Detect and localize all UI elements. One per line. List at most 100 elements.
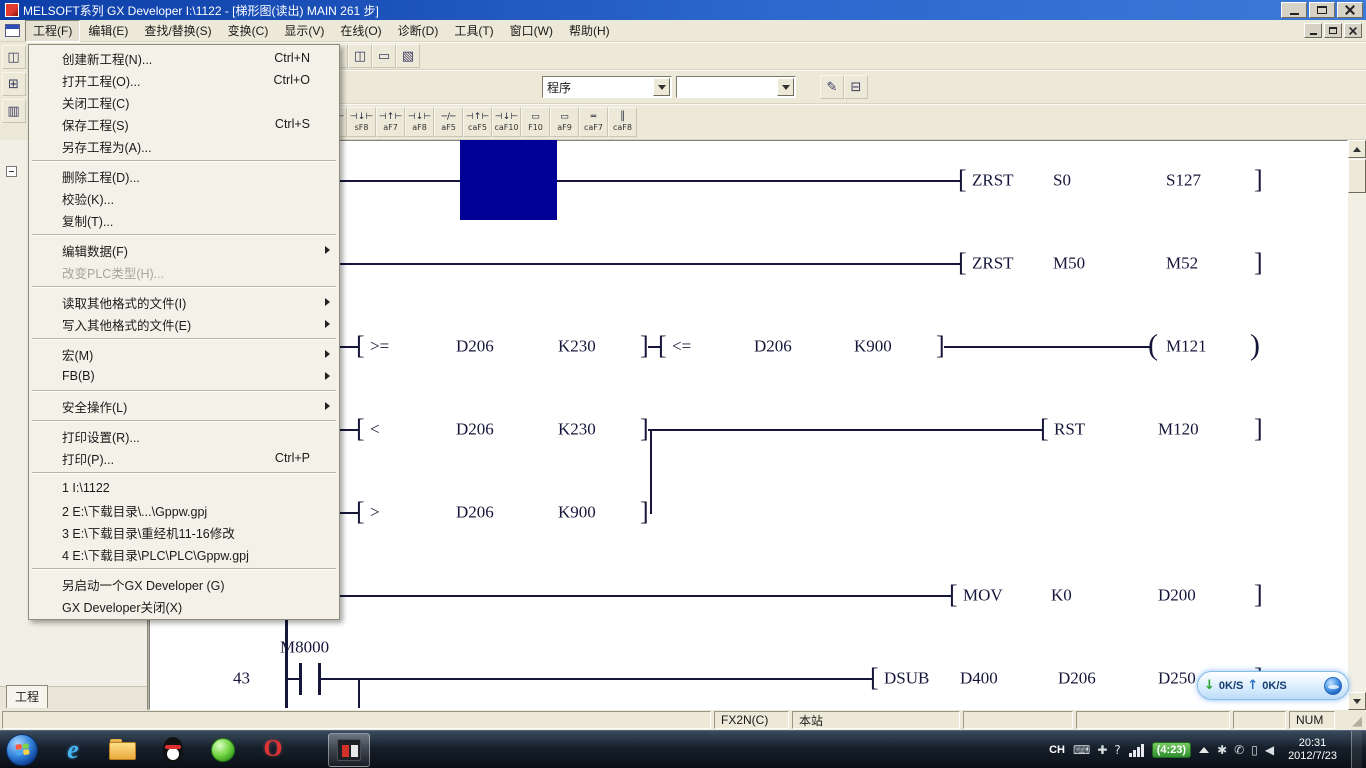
- menu-item[interactable]: 关闭工程(C): [30, 91, 338, 113]
- menu-item[interactable]: FB(B): [30, 365, 338, 387]
- show-hidden-icons-button[interactable]: [1199, 742, 1209, 753]
- mdi-minimize-button[interactable]: [1304, 23, 1322, 38]
- edit-mode-button[interactable]: ✎: [820, 75, 844, 99]
- ladder-symbol-sF8-button[interactable]: ⊣↓⊢sF8: [347, 107, 376, 137]
- help-tray-icon[interactable]: ?: [1114, 743, 1120, 757]
- start-button[interactable]: [6, 734, 38, 766]
- browser-green-icon: [211, 738, 235, 762]
- menu-item[interactable]: 宏(M): [30, 343, 338, 365]
- ladder-symbol-caF8-button[interactable]: ║caF8: [608, 107, 637, 137]
- status-message-panel: [2, 711, 711, 729]
- menu-item[interactable]: 4 E:\下载目录\PLC\PLC\Gppw.gpj: [30, 543, 338, 565]
- menu-item[interactable]: 2 E:\下载目录\...\Gppw.gpj: [30, 499, 338, 521]
- network-speed-overlay[interactable]: ↓ 0K/S ↑ 0K/S: [1197, 671, 1349, 700]
- project-tab[interactable]: 工程: [6, 685, 48, 708]
- menubar-item[interactable]: 查找/替换(S): [136, 20, 219, 42]
- menu-item[interactable]: 另存工程为(A)...: [30, 135, 338, 157]
- signal-bars-icon[interactable]: [1129, 743, 1144, 757]
- ladder-symbol-caF5-button[interactable]: ⊣↑⊢caF5: [463, 107, 492, 137]
- menu-item[interactable]: 删除工程(D)...: [30, 165, 338, 187]
- battery-timer-badge[interactable]: (4:23): [1152, 742, 1191, 758]
- taskbar-browser-green[interactable]: [202, 733, 244, 767]
- device-comment-button[interactable]: ▭: [372, 44, 396, 68]
- menu-item[interactable]: 打印设置(R)...: [30, 425, 338, 447]
- menubar-item[interactable]: 在线(O): [332, 20, 389, 42]
- program-combobox[interactable]: 程序: [542, 76, 672, 98]
- windows-flag-icon: [15, 743, 29, 755]
- ladder-symbol-aF5-button[interactable]: ─/─aF5: [434, 107, 463, 137]
- ladder-symbol-aF7-button[interactable]: ⊣↑⊢aF7: [376, 107, 405, 137]
- tree-collapse-box[interactable]: [6, 166, 17, 177]
- menubar-item[interactable]: 编辑(E): [80, 20, 136, 42]
- scrollbar-thumb[interactable]: [1348, 159, 1366, 193]
- project-list-button[interactable]: ◫: [348, 44, 372, 68]
- ladder-symbol-caF10-button[interactable]: ⊣↓⊢caF10: [492, 107, 521, 137]
- minimize-button[interactable]: [1281, 2, 1307, 18]
- usb-tray-icon[interactable]: ▯: [1251, 743, 1258, 757]
- upload-arrow-icon: ↑: [1247, 678, 1258, 693]
- menubar-item[interactable]: 诊断(D): [390, 20, 447, 42]
- ladder-symbol-aF8-button[interactable]: ⊣↓⊢aF8: [405, 107, 434, 137]
- vertical-scrollbar[interactable]: [1348, 140, 1366, 710]
- blank-combobox[interactable]: [676, 76, 796, 98]
- menu-item[interactable]: 复制(T)...: [30, 209, 338, 231]
- comment-display-button[interactable]: ▥: [2, 99, 26, 123]
- close-button[interactable]: [1337, 2, 1363, 18]
- taskbar-file-explorer[interactable]: [102, 733, 144, 767]
- menu-item[interactable]: 3 E:\下载目录\重经机11-16修改: [30, 521, 338, 543]
- menu-item[interactable]: 创建新工程(N)...Ctrl+N: [30, 47, 338, 69]
- volume-tray-icon[interactable]: ◀: [1265, 743, 1274, 757]
- menubar-item[interactable]: 工程(F): [25, 20, 80, 42]
- restore-button[interactable]: [1309, 2, 1335, 18]
- language-indicator[interactable]: CH: [1049, 744, 1065, 756]
- mdi-document-icon[interactable]: [5, 24, 20, 37]
- menubar-item[interactable]: 帮助(H): [561, 20, 618, 42]
- menu-item[interactable]: 读取其他格式的文件(I): [30, 291, 338, 313]
- menu-separator: [32, 568, 336, 570]
- combobox-dropdown-button[interactable]: [777, 78, 794, 96]
- taskbar-opera-browser[interactable]: O: [252, 733, 294, 767]
- menubar-item[interactable]: 显示(V): [276, 20, 332, 42]
- combobox-dropdown-button[interactable]: [653, 78, 670, 96]
- menubar-item[interactable]: 工具(T): [446, 20, 501, 42]
- clock-date: 2012/7/23: [1288, 750, 1337, 763]
- data-list-button[interactable]: ⊟: [844, 75, 868, 99]
- menu-item[interactable]: 保存工程(S)Ctrl+S: [30, 113, 338, 135]
- mdi-restore-button[interactable]: [1324, 23, 1342, 38]
- menu-item[interactable]: 校验(K)...: [30, 187, 338, 209]
- menubar-item[interactable]: 窗口(W): [502, 20, 561, 42]
- project-data-list-button[interactable]: ◫: [2, 45, 26, 69]
- ladder-symbol-aF9-button[interactable]: ▭aF9: [550, 107, 579, 137]
- menu-item[interactable]: 1 I:\1122: [30, 477, 338, 499]
- menu-item[interactable]: 打印(P)...Ctrl+P: [30, 447, 338, 469]
- menubar-item[interactable]: 变换(C): [220, 20, 277, 42]
- taskbar-clock[interactable]: 20:31 2012/7/23: [1282, 737, 1343, 763]
- arrow-down-icon: [1353, 699, 1361, 708]
- taskbar-gx-developer-window[interactable]: [328, 733, 370, 767]
- ladder-symbol-caF7-button[interactable]: ═caF7: [579, 107, 608, 137]
- submenu-arrow-icon: [325, 372, 334, 380]
- ladder-window-button[interactable]: ⊞: [2, 72, 26, 96]
- scroll-up-button[interactable]: [1348, 140, 1366, 158]
- edit-cursor[interactable]: [460, 140, 557, 220]
- menu-item[interactable]: GX Developer关闭(X): [30, 595, 338, 617]
- taskbar-qq-messenger[interactable]: [152, 733, 194, 767]
- mdi-close-button[interactable]: [1344, 23, 1362, 38]
- taskbar-apps: eO: [52, 733, 370, 767]
- menu-separator: [32, 390, 336, 392]
- menu-item[interactable]: 安全操作(L): [30, 395, 338, 417]
- menu-item[interactable]: 编辑数据(F): [30, 239, 338, 261]
- taskbar-internet-explorer[interactable]: e: [52, 733, 94, 767]
- app-tray-icon[interactable]: ✱: [1217, 743, 1227, 757]
- menu-item[interactable]: 打开工程(O)...Ctrl+O: [30, 69, 338, 91]
- phone-tray-icon[interactable]: ✆: [1234, 743, 1244, 757]
- menu-item[interactable]: 另启动一个GX Developer (G): [30, 573, 338, 595]
- monitor-window-button[interactable]: ▧: [396, 44, 420, 68]
- ladder-symbol-F10-button[interactable]: ▭F10: [521, 107, 550, 137]
- show-desktop-button[interactable]: [1351, 731, 1362, 768]
- status-panel-3: [1233, 711, 1286, 729]
- keyboard-tray-icon[interactable]: ⌨: [1073, 743, 1090, 757]
- scroll-down-button[interactable]: [1348, 692, 1366, 710]
- menu-item[interactable]: 写入其他格式的文件(E): [30, 313, 338, 335]
- health-tray-icon[interactable]: ✚: [1097, 743, 1107, 757]
